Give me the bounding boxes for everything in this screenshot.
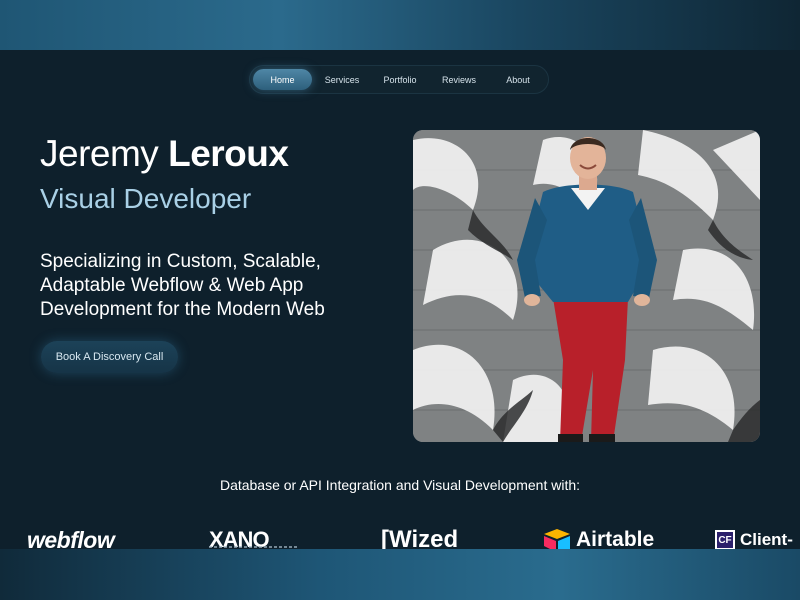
tagline: Specializing in Custom, Scalable, Adapta…: [40, 251, 325, 320]
last-name: Leroux: [168, 133, 289, 174]
nav-item-reviews[interactable]: Reviews: [433, 69, 485, 90]
hero-photo: [413, 130, 760, 442]
client-logo-text: Client-: [740, 530, 793, 549]
page-title: Jeremy Leroux: [40, 133, 289, 175]
page: Home Services Portfolio Reviews About Je…: [0, 0, 800, 600]
book-discovery-call-button[interactable]: Book A Discovery Call: [41, 341, 178, 373]
first-name: Jeremy: [40, 133, 159, 174]
nav-item-portfolio[interactable]: Portfolio: [374, 69, 426, 90]
nav-item-about[interactable]: About: [492, 69, 544, 90]
role-subtitle: Visual Developer: [40, 183, 252, 214]
integrations-heading: Database or API Integration and Visual D…: [219, 477, 581, 493]
top-glow-band: [0, 0, 800, 50]
xano-logo-underline: [209, 546, 297, 548]
portrait-illustration: [413, 130, 760, 442]
nav-item-home[interactable]: Home: [253, 69, 312, 90]
main-nav: Home Services Portfolio Reviews About: [249, 65, 549, 94]
nav-item-services[interactable]: Services: [316, 69, 368, 90]
bottom-glow-band: [0, 549, 800, 600]
cf-mark-icon: CF: [715, 530, 735, 550]
